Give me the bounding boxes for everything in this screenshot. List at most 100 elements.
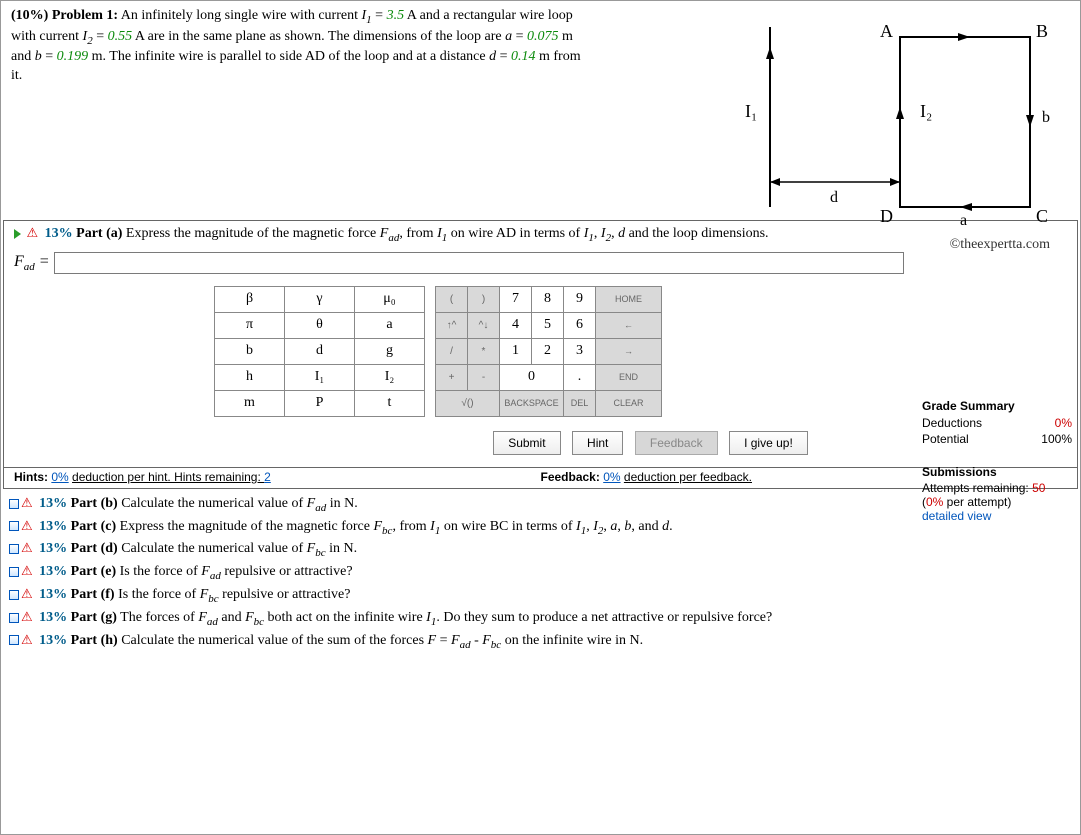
pa-d: d xyxy=(618,226,625,241)
attempts-line: Attempts remaining: 50 xyxy=(922,481,1072,495)
key-end[interactable]: END xyxy=(596,364,662,390)
potential-label: Potential xyxy=(922,431,1021,447)
expand-icon[interactable] xyxy=(9,544,19,554)
key-g[interactable]: g xyxy=(355,338,425,364)
action-buttons: Submit Hint Feedback I give up! xyxy=(4,427,1077,467)
key-8[interactable]: 8 xyxy=(532,286,564,312)
part-g-row[interactable]: ⚠ 13% Part (g) The forces of Fad and Fbc… xyxy=(9,607,1072,630)
part-a-text-a: Express the magnitude of the magnetic fo… xyxy=(126,226,380,241)
key-h[interactable]: h xyxy=(215,364,285,390)
key-mu0[interactable]: μ₀ xyxy=(355,286,425,312)
ph-F2s: bc xyxy=(491,638,501,650)
part-d-row[interactable]: ⚠ 13% Part (d) Calculate the numerical v… xyxy=(9,538,1072,561)
key-sqrt[interactable]: √() xyxy=(436,390,500,416)
key-rparen[interactable]: ) xyxy=(468,286,500,312)
key-home[interactable]: HOME xyxy=(596,286,662,312)
numeric-keypad: ( ) 7 8 9 HOME ↑^ ^↓ 4 5 6 ← / * xyxy=(435,286,662,417)
part-d-pre: Calculate the numerical value of xyxy=(121,541,306,556)
diagram-i1: I₁ xyxy=(745,101,757,121)
key-3[interactable]: 3 xyxy=(564,338,596,364)
key-minus[interactable]: - xyxy=(468,364,500,390)
key-1[interactable]: 1 xyxy=(500,338,532,364)
detailed-view-link[interactable]: detailed view xyxy=(922,509,1072,523)
feedback-label: Feedback: xyxy=(541,470,600,484)
key-lparen[interactable]: ( xyxy=(436,286,468,312)
problem-text: (10%) Problem 1: An infinitely long sing… xyxy=(11,7,646,86)
part-d-label: Part (d) xyxy=(71,541,118,556)
d-eq: = xyxy=(496,49,511,64)
hints-label: Hints: xyxy=(14,470,48,484)
key-sub[interactable]: ^↓ xyxy=(468,312,500,338)
per-n: 0% xyxy=(926,495,943,509)
key-pi[interactable]: π xyxy=(215,312,285,338)
expand-icon[interactable] xyxy=(9,567,19,577)
pb-F: F xyxy=(307,496,316,511)
feedback-pct[interactable]: 0% xyxy=(603,470,620,484)
problem-line1a: An infinitely long single wire with curr… xyxy=(121,8,362,23)
part-g-pre: The forces of xyxy=(120,610,198,625)
subparts-list: ⚠ 13% Part (b) Calculate the numerical v… xyxy=(1,489,1080,657)
giveup-button[interactable]: I give up! xyxy=(729,431,808,455)
part-f-row[interactable]: ⚠ 13% Part (f) Is the force of Fbc repul… xyxy=(9,584,1072,607)
key-beta[interactable]: β xyxy=(215,286,285,312)
diagram-A: A xyxy=(880,21,893,41)
key-dot[interactable]: . xyxy=(564,364,596,390)
part-h-row[interactable]: ⚠ 13% Part (h) Calculate the numerical v… xyxy=(9,630,1072,653)
pg-F2s: bc xyxy=(254,616,264,628)
key-left[interactable]: ← xyxy=(596,312,662,338)
answer-prefix: Fad = xyxy=(14,253,50,273)
problem-line2c: m xyxy=(562,29,573,44)
key-I2[interactable]: I₂ xyxy=(355,364,425,390)
hints-pct[interactable]: 0% xyxy=(51,470,68,484)
expand-icon[interactable] xyxy=(9,635,19,645)
key-4[interactable]: 4 xyxy=(500,312,532,338)
key-5[interactable]: 5 xyxy=(532,312,564,338)
key-I1[interactable]: I₁ xyxy=(285,364,355,390)
key-2[interactable]: 2 xyxy=(532,338,564,364)
key-9[interactable]: 9 xyxy=(564,286,596,312)
key-7[interactable]: 7 xyxy=(500,286,532,312)
key-backspace[interactable]: BACKSPACE xyxy=(500,390,564,416)
key-6[interactable]: 6 xyxy=(564,312,596,338)
key-sup[interactable]: ↑^ xyxy=(436,312,468,338)
key-t[interactable]: t xyxy=(355,390,425,416)
expand-icon[interactable] xyxy=(14,229,21,239)
pc-c4: , and xyxy=(631,519,662,534)
part-e-row[interactable]: ⚠ 13% Part (e) Is the force of Fad repul… xyxy=(9,561,1072,584)
key-0[interactable]: 0 xyxy=(500,364,564,390)
part-c-row[interactable]: ⚠ 13% Part (c) Express the magnitude of … xyxy=(9,516,1072,539)
part-c-pct: 13% xyxy=(39,519,67,534)
part-f-post: repulsive or attractive? xyxy=(219,587,351,602)
key-mul[interactable]: * xyxy=(468,338,500,364)
key-gamma[interactable]: γ xyxy=(285,286,355,312)
key-P[interactable]: P xyxy=(285,390,355,416)
hint-button[interactable]: Hint xyxy=(572,431,623,455)
expand-icon[interactable] xyxy=(9,499,19,509)
part-e-pre: Is the force of xyxy=(120,564,202,579)
problem-header: (10%) Problem 1: xyxy=(11,8,118,23)
key-d[interactable]: d xyxy=(285,338,355,364)
problem-line3c: m from xyxy=(539,49,581,64)
ph-eq: = xyxy=(436,633,451,648)
key-plus[interactable]: + xyxy=(436,364,468,390)
expand-icon[interactable] xyxy=(9,521,19,531)
warning-icon: ⚠ xyxy=(21,609,33,624)
key-b[interactable]: b xyxy=(215,338,285,364)
part-f-pct: 13% xyxy=(39,587,67,602)
hints-remain[interactable]: 2 xyxy=(264,470,271,484)
key-del[interactable]: DEL xyxy=(564,390,596,416)
key-a[interactable]: a xyxy=(355,312,425,338)
deductions-value: 0% xyxy=(1021,415,1072,431)
submit-button[interactable]: Submit xyxy=(493,431,560,455)
expand-icon[interactable] xyxy=(9,590,19,600)
part-g-pct: 13% xyxy=(39,610,67,625)
part-b-row[interactable]: ⚠ 13% Part (b) Calculate the numerical v… xyxy=(9,493,1072,516)
key-right[interactable]: → xyxy=(596,338,662,364)
circuit-diagram: I₁ A B C D I₂ b a d xyxy=(650,7,1070,257)
key-theta[interactable]: θ xyxy=(285,312,355,338)
pg-F1: F xyxy=(198,610,207,625)
expand-icon[interactable] xyxy=(9,613,19,623)
key-div[interactable]: / xyxy=(436,338,468,364)
key-clear[interactable]: CLEAR xyxy=(596,390,662,416)
key-m[interactable]: m xyxy=(215,390,285,416)
